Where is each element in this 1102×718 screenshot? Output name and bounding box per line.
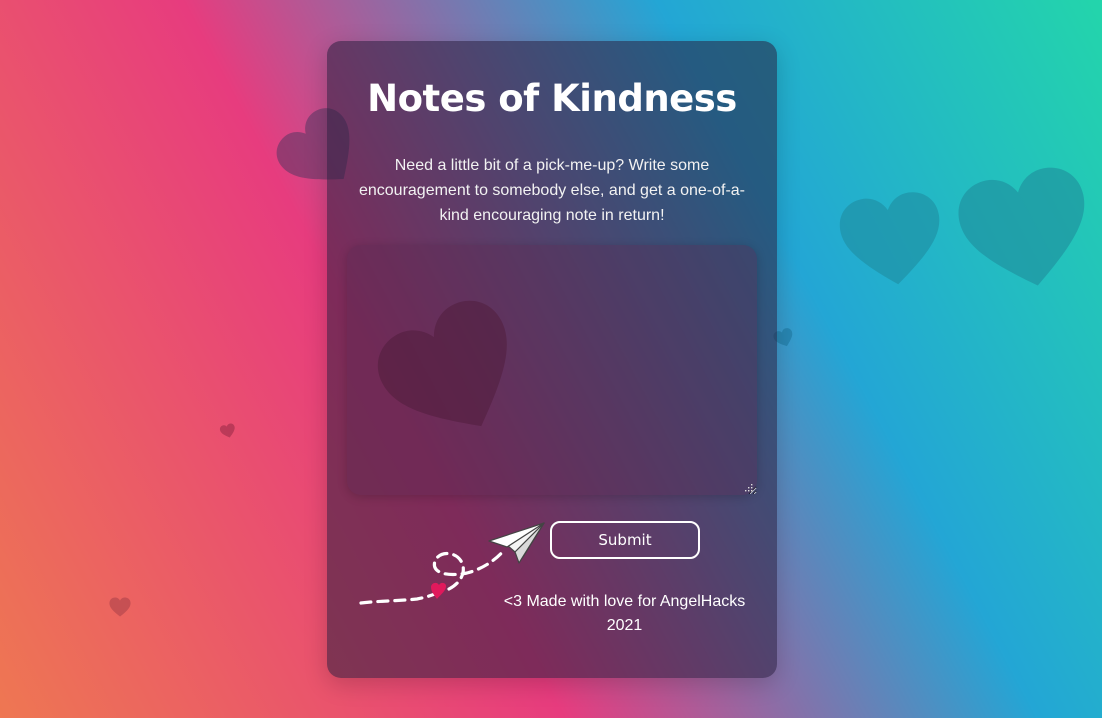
resize-handle-icon[interactable] bbox=[743, 482, 753, 492]
footer-text: <3 Made with love for AngelHacks 2021 bbox=[503, 593, 746, 634]
heart-icon bbox=[219, 422, 237, 440]
submit-button[interactable]: Submit bbox=[550, 521, 700, 559]
heart-icon bbox=[952, 161, 1100, 299]
intro-text: Need a little bit of a pick-me-up? Write… bbox=[358, 157, 746, 224]
note-textarea[interactable] bbox=[347, 245, 757, 495]
heart-icon bbox=[109, 597, 131, 617]
notes-card: Notes of Kindness Need a little bit of a… bbox=[327, 41, 777, 678]
page-title: Notes of Kindness bbox=[367, 77, 737, 120]
heart-icon bbox=[836, 188, 948, 292]
